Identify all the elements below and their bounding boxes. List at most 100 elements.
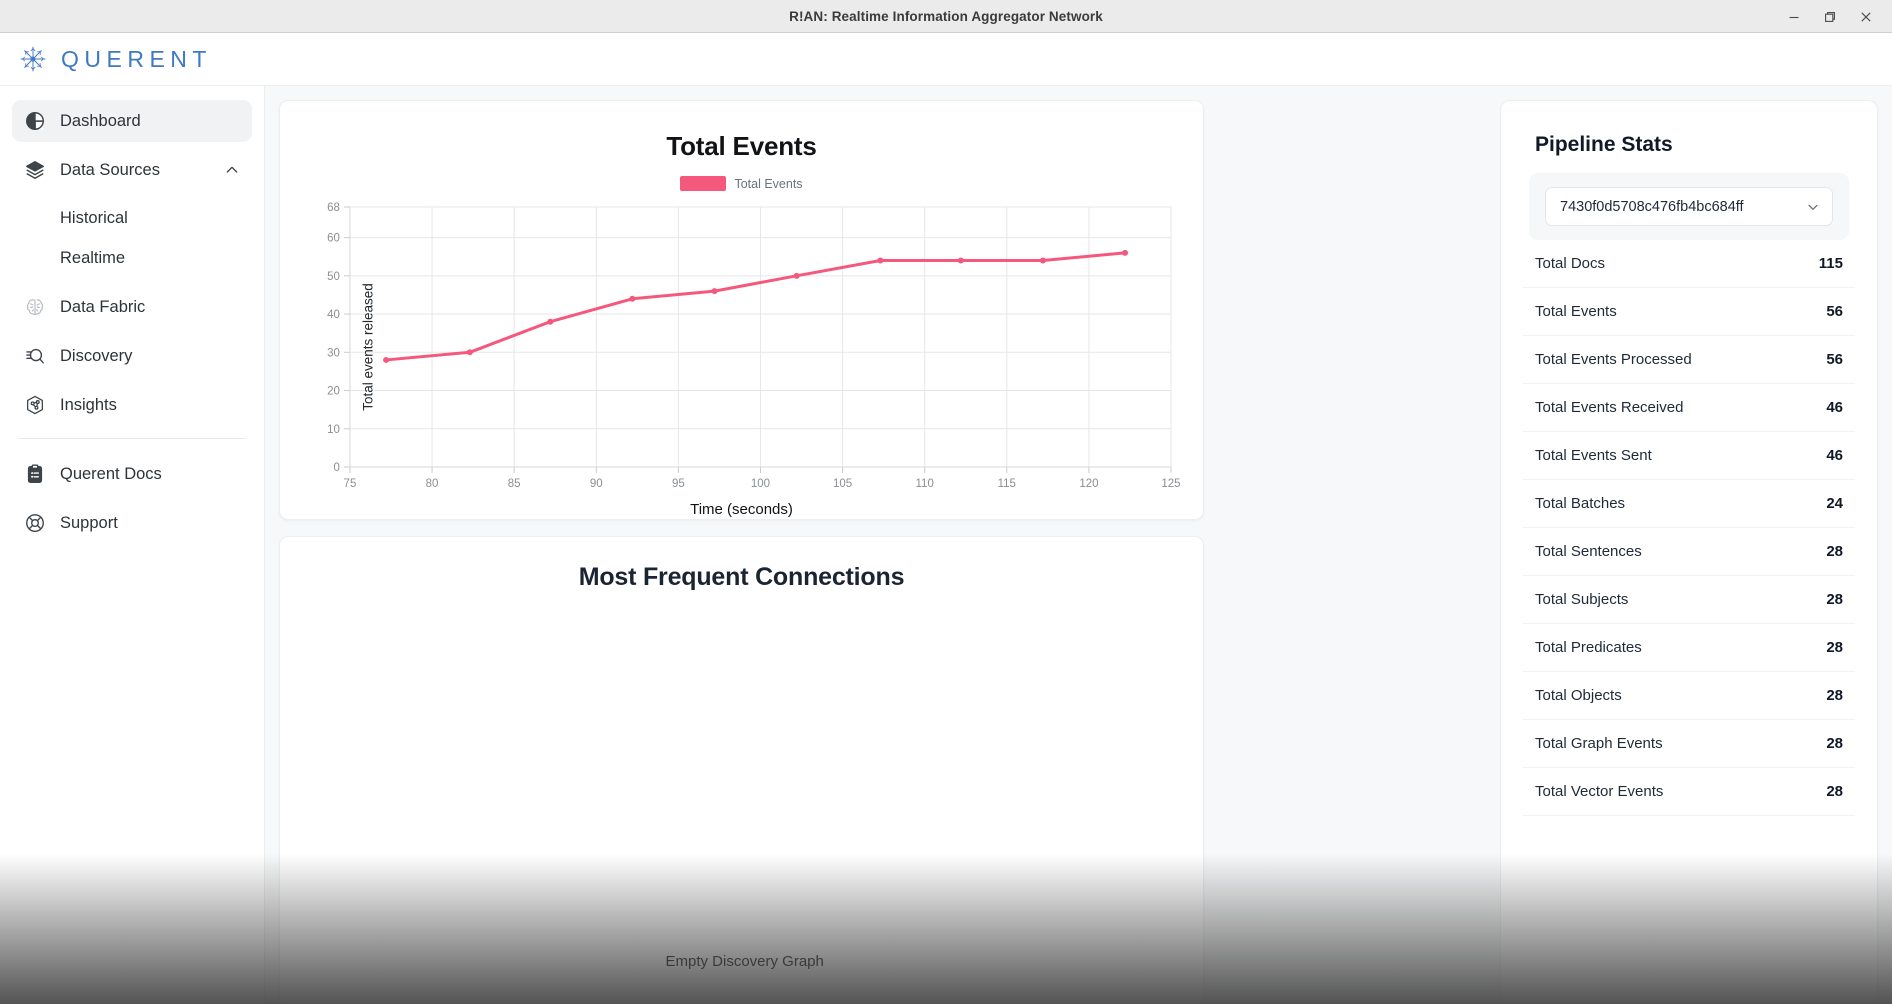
pipeline-select-wrapper: 7430f0d5708c476fb4bc684ff [1529,173,1849,240]
svg-text:105: 105 [833,478,852,490]
svg-text:110: 110 [916,478,934,490]
pipeline-select[interactable]: 7430f0d5708c476fb4bc684ff [1545,187,1833,226]
discovery-graph-canvas[interactable]: Empty Discovery Graph [302,592,1181,972]
brand-wordmark: QUERENT [61,45,212,72]
stat-label: Total Vector Events [1535,783,1664,800]
stat-row: Total Sentences 28 [1523,528,1855,576]
stat-row: Total Docs 115 [1523,240,1855,288]
stat-row: Total Vector Events 28 [1523,768,1855,816]
svg-text:90: 90 [590,478,603,490]
svg-text:68: 68 [327,202,340,214]
sidebar-subitem-label: Realtime [60,248,126,267]
empty-graph-label: Empty Discovery Graph [665,953,824,970]
most-frequent-connections-card: Most Frequent Connections Empty Discover… [279,536,1204,1004]
app-shell: Dashboard Data Sources Historical Realti… [0,86,1892,1004]
insights-hex-icon [27,395,43,415]
svg-text:20: 20 [327,386,340,398]
svg-text:85: 85 [508,478,521,490]
svg-text:80: 80 [426,478,439,490]
querent-logo-icon [20,46,46,72]
stat-row: Total Predicates 28 [1523,624,1855,672]
svg-text:30: 30 [327,347,340,359]
sidebar-item-dashboard[interactable]: Dashboard [12,100,252,142]
svg-text:120: 120 [1079,478,1098,490]
svg-text:75: 75 [344,478,357,490]
sidebar-item-label: Data Sources [60,160,160,179]
chart-x-axis-label: Time (seconds) [690,501,793,518]
stat-value: 28 [1826,687,1843,704]
stat-value: 28 [1826,591,1843,608]
chevron-up-icon[interactable] [224,162,240,178]
brand[interactable]: QUERENT [18,44,212,74]
stat-value: 28 [1826,543,1843,560]
stat-label: Total Events [1535,303,1617,320]
pipeline-stats-list: Total Docs 115 Total Events 56 Total Events … [1523,240,1855,816]
sidebar-item-data-fabric[interactable]: Data Fabric [12,286,252,328]
brain-icon [26,299,44,315]
stat-value: 46 [1826,399,1843,416]
stat-label: Total Objects [1535,687,1622,704]
stat-label: Total Graph Events [1535,735,1663,752]
chart-title: Total Events [666,131,817,161]
right-column: Pipeline Stats 7430f0d5708c476fb4bc684ff… [1500,86,1892,1004]
stat-value: 56 [1826,303,1843,320]
svg-text:60: 60 [327,233,340,245]
stat-value: 56 [1826,351,1843,368]
sidebar-item-realtime[interactable]: Realtime [12,238,252,278]
pipeline-select-value: 7430f0d5708c476fb4bc684ff [1560,198,1744,215]
stat-value: 24 [1826,495,1843,512]
sidebar-item-label: Dashboard [60,111,141,130]
stat-value: 46 [1826,447,1843,464]
svg-text:0: 0 [334,462,340,474]
stat-label: Total Sentences [1535,543,1642,560]
total-events-chart-card: Total Events Total Events Total events r… [279,100,1204,520]
layers-icon [26,161,44,179]
svg-text:100: 100 [751,478,770,490]
sidebar-item-insights[interactable]: Insights [12,384,252,426]
maximize-icon[interactable] [1812,0,1848,33]
sidebar-item-querent-docs[interactable]: Querent Docs [12,453,252,495]
chart-legend: Total Events [302,176,1181,191]
stat-label: Total Events Received [1535,399,1684,416]
sidebar: Dashboard Data Sources Historical Realti… [0,86,265,1004]
stat-value: 28 [1826,735,1843,752]
main-content: Total Events Total Events Total events r… [265,86,1500,1004]
sidebar-item-discovery[interactable]: Discovery [12,335,252,377]
stat-label: Total Subjects [1535,591,1629,608]
pipeline-stats-title: Pipeline Stats [1535,133,1673,156]
stat-row: Total Batches 24 [1523,480,1855,528]
stat-row: Total Graph Events 28 [1523,720,1855,768]
stat-value: 115 [1818,255,1843,272]
sidebar-item-historical[interactable]: Historical [12,198,252,238]
svg-text:125: 125 [1161,478,1180,490]
stat-label: Total Batches [1535,495,1626,512]
stat-value: 28 [1826,639,1843,656]
window-titlebar: R!AN: Realtime Information Aggregator Ne… [0,0,1892,33]
stat-label: Total Events Processed [1535,351,1692,368]
chart-y-axis-label: Total events released [360,283,376,411]
dashboard-icon [26,112,44,130]
stat-row: Total Objects 28 [1523,672,1855,720]
window-title: R!AN: Realtime Information Aggregator Ne… [789,8,1103,24]
lifebuoy-icon [26,514,44,532]
chevron-down-icon[interactable] [1805,199,1821,215]
close-icon[interactable] [1848,0,1884,33]
legend-label: Total Events [734,176,803,191]
sidebar-item-support[interactable]: Support [12,502,252,544]
svg-text:95: 95 [672,478,685,490]
chart-plot-area: Total events released 0 10 20 30 40 50 60 68 75 8… [302,197,1181,497]
pipeline-stats-panel: Pipeline Stats 7430f0d5708c476fb4bc684ff… [1500,100,1878,1004]
sidebar-subitem-label: Historical [60,208,128,227]
stat-row: Total Events Sent 46 [1523,432,1855,480]
stat-label: Total Events Sent [1535,447,1652,464]
sidebar-item-data-sources[interactable]: Data Sources [12,149,252,191]
connections-title: Most Frequent Connections [578,563,905,591]
svg-text:50: 50 [327,271,340,283]
sidebar-item-label: Data Fabric [60,297,146,316]
svg-text:115: 115 [998,478,1016,490]
stat-row: Total Events Received 46 [1523,384,1855,432]
sidebar-item-label: Insights [60,395,117,414]
sidebar-item-label: Support [60,513,118,532]
minimize-icon[interactable] [1776,0,1812,33]
search-list-icon [26,348,44,364]
